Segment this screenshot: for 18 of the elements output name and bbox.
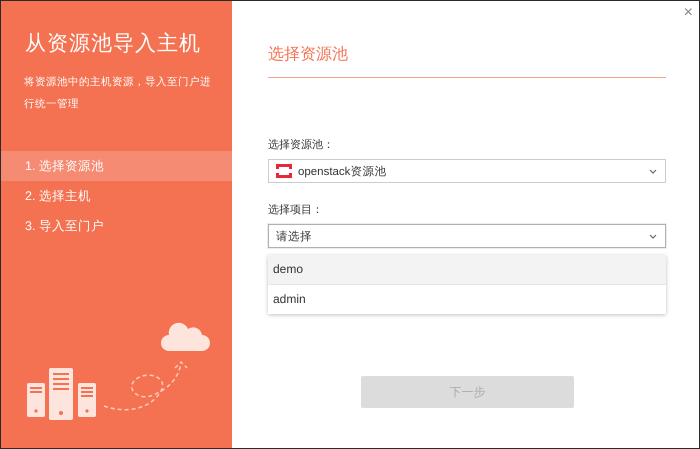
close-button[interactable]: × <box>684 3 693 23</box>
dialog-title: 从资源池导入主机 <box>24 31 202 57</box>
select-value: openstack资源池 <box>298 164 388 178</box>
description-text: 将资源池中的主机资源，导入至门户进行统一管理 <box>23 75 212 112</box>
select-placeholder: 请选择 <box>276 230 313 244</box>
field-label: 选择项目： <box>268 203 324 218</box>
dropdown-option[interactable]: admin <box>268 285 666 314</box>
step-item[interactable]: 1. 选择资源池 <box>1 151 232 181</box>
field-label: 选择资源池： <box>268 138 335 153</box>
dropdown-option[interactable]: demo <box>268 255 666 285</box>
step-item[interactable]: 2. 选择主机 <box>1 181 232 211</box>
section-title: 选择资源池 <box>268 45 349 65</box>
stack-logo-icon <box>276 164 292 178</box>
step-item[interactable]: 3. 导入至门户 <box>1 211 232 241</box>
chevron-down-icon <box>649 168 657 174</box>
select-field[interactable]: openstack资源池 <box>268 159 666 183</box>
select-field[interactable]: 请选择 <box>268 224 666 248</box>
chevron-down-icon <box>649 234 657 238</box>
